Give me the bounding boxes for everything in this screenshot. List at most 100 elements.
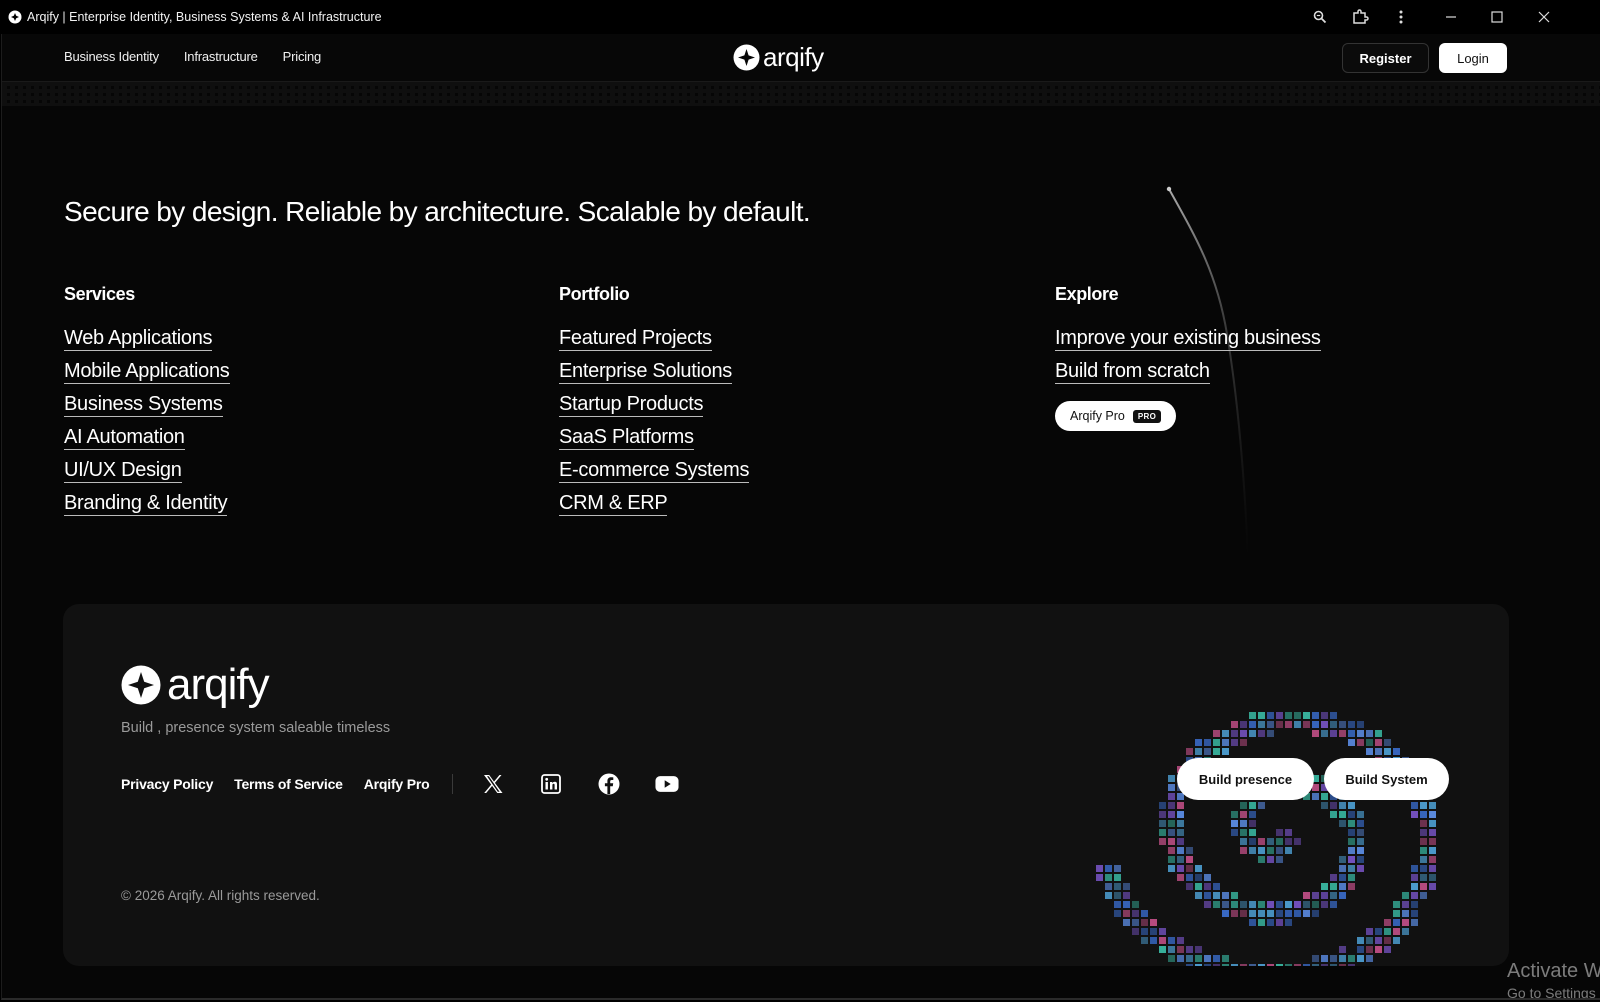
explore-link[interactable]: Build from scratch — [1055, 360, 1210, 384]
nav-logo[interactable]: arqify — [733, 42, 824, 72]
minimize-icon[interactable] — [1441, 7, 1461, 27]
nav-link-pricing[interactable]: Pricing — [283, 49, 322, 64]
spiral-pixel — [1375, 946, 1382, 953]
spiral-pixel — [1168, 865, 1175, 872]
spiral-pixel — [1330, 730, 1337, 737]
spiral-pixel — [1267, 730, 1274, 737]
spiral-pixel — [1177, 874, 1184, 881]
nav-link-infrastructure[interactable]: Infrastructure — [184, 49, 258, 64]
spiral-pixel — [1231, 811, 1238, 818]
extensions-icon[interactable] — [1350, 7, 1370, 27]
spiral-pixel — [1393, 901, 1400, 908]
portfolio-link[interactable]: CRM & ERP — [559, 492, 668, 516]
portfolio-link[interactable]: Startup Products — [559, 393, 703, 417]
spiral-pixel — [1276, 847, 1283, 854]
spiral-pixel — [1357, 955, 1364, 962]
privacy-policy-link[interactable]: Privacy Policy — [121, 776, 213, 792]
linkedin-icon[interactable] — [539, 772, 563, 796]
login-button[interactable]: Login — [1439, 43, 1507, 73]
spiral-pixel — [1321, 955, 1328, 962]
spiral-pixel — [1195, 955, 1202, 962]
spiral-pixel — [1429, 820, 1436, 827]
spiral-pixel — [1240, 964, 1247, 966]
spiral-pixel — [1222, 748, 1229, 755]
spiral-pixel — [1348, 838, 1355, 845]
spiral-pixel — [1429, 811, 1436, 818]
spiral-pixel — [1258, 856, 1265, 863]
more-menu-icon[interactable] — [1391, 7, 1411, 27]
spiral-pixel — [1249, 964, 1256, 966]
spiral-pixel — [1213, 739, 1220, 746]
arqify-pro-link[interactable]: Arqify Pro — [364, 776, 430, 792]
arqify-pro-button[interactable]: Arqify Pro PRO — [1055, 401, 1177, 431]
terms-of-service-link[interactable]: Terms of Service — [234, 776, 343, 792]
spiral-pixel — [1402, 928, 1409, 935]
spiral-pixel — [1240, 811, 1247, 818]
spiral-pixel — [1267, 856, 1274, 863]
spiral-pixel — [1114, 865, 1121, 872]
spiral-pixel — [1186, 955, 1193, 962]
spiral-pixel — [1348, 721, 1355, 728]
spiral-pixel — [1339, 892, 1346, 899]
spiral-pixel — [1285, 712, 1292, 719]
spiral-pixel — [1312, 964, 1319, 966]
youtube-icon[interactable] — [655, 772, 679, 796]
spiral-pixel — [1222, 964, 1229, 966]
spiral-pixel — [1267, 712, 1274, 719]
close-icon[interactable] — [1534, 7, 1554, 27]
services-link[interactable]: Business Systems — [64, 393, 223, 417]
spiral-pixel — [1420, 838, 1427, 845]
spiral-pixel — [1357, 811, 1364, 818]
register-button[interactable]: Register — [1342, 43, 1429, 73]
explore-link[interactable]: Improve your existing business — [1055, 327, 1321, 351]
footer-logo[interactable]: arqify — [121, 662, 270, 708]
spiral-pixel — [1429, 802, 1436, 809]
spiral-pixel — [1177, 937, 1184, 944]
spiral-pixel — [1195, 874, 1202, 881]
arqify-logo-icon — [733, 44, 760, 70]
spiral-pixel — [1276, 910, 1283, 917]
facebook-icon[interactable] — [597, 772, 621, 796]
services-link[interactable]: Branding & Identity — [64, 492, 228, 516]
maximize-icon[interactable] — [1487, 7, 1507, 27]
spiral-pixel — [1177, 847, 1184, 854]
spiral-pixel — [1384, 748, 1391, 755]
portfolio-link[interactable]: Featured Projects — [559, 327, 712, 351]
spiral-pixel — [1420, 847, 1427, 854]
spiral-pixel — [1348, 856, 1355, 863]
spiral-pixel — [1348, 739, 1355, 746]
spiral-pixel — [1357, 730, 1364, 737]
spiral-pixel — [1168, 784, 1175, 791]
spiral-pixel — [1276, 829, 1283, 836]
portfolio-link[interactable]: E-commerce Systems — [559, 459, 749, 483]
spiral-pixel — [1357, 829, 1364, 836]
nav-link-business-identity[interactable]: Business Identity — [64, 49, 159, 64]
portfolio-link[interactable]: SaaS Platforms — [559, 426, 694, 450]
spiral-pixel — [1240, 802, 1247, 809]
portfolio-link[interactable]: Enterprise Solutions — [559, 360, 732, 384]
spiral-pixel — [1159, 811, 1166, 818]
spiral-pixel — [1258, 919, 1265, 926]
spiral-pixel — [1330, 964, 1337, 966]
build-system-button[interactable]: Build System — [1324, 758, 1449, 800]
spiral-pixel — [1105, 892, 1112, 899]
spiral-pixel — [1267, 901, 1274, 908]
build-presence-button[interactable]: Build presence — [1177, 758, 1314, 800]
activation-line-1: Activate W — [1507, 960, 1600, 982]
spiral-pixel — [1240, 901, 1247, 908]
footer-divider — [452, 774, 454, 794]
spiral-pixel — [1123, 901, 1130, 908]
spiral-pixel — [1258, 838, 1265, 845]
x-icon[interactable] — [481, 772, 505, 796]
services-link[interactable]: Mobile Applications — [64, 360, 230, 384]
spiral-pixel — [1186, 847, 1193, 854]
spiral-pixel — [1267, 847, 1274, 854]
spiral-pixel — [1258, 847, 1265, 854]
services-link[interactable]: AI Automation — [64, 426, 185, 450]
hero-tagline: Secure by design. Reliable by architectu… — [64, 196, 811, 227]
zoom-icon[interactable] — [1310, 7, 1330, 27]
spiral-pixel — [1114, 901, 1121, 908]
services-link[interactable]: UI/UX Design — [64, 459, 182, 483]
services-link[interactable]: Web Applications — [64, 327, 213, 351]
spiral-pixel — [1312, 712, 1319, 719]
